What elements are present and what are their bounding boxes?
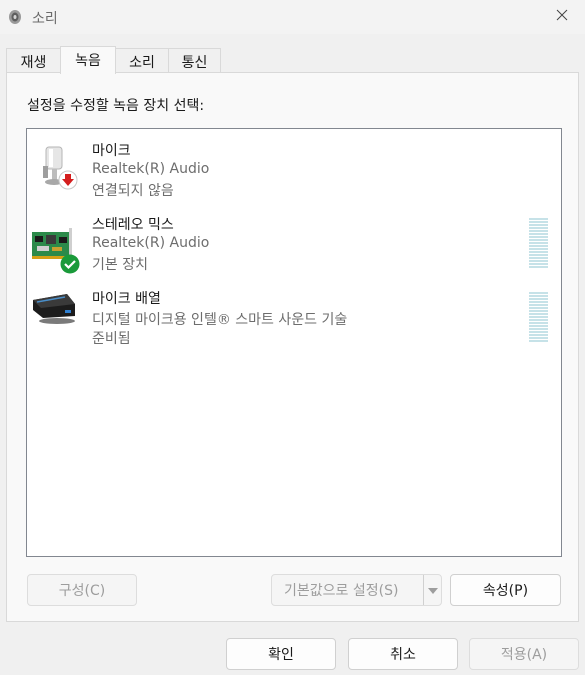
tab-playback[interactable]: 재생 (6, 48, 61, 73)
device-name: 마이크 (92, 143, 131, 159)
recording-panel: 설정을 수정할 녹음 장치 선택: 마이크 Realtek(R) Audio 연… (6, 72, 579, 622)
device-name: 스테레오 믹스 (92, 217, 174, 233)
device-driver: Realtek(R) Audio (92, 161, 210, 177)
tab-communications[interactable]: 통신 (168, 48, 221, 73)
device-driver: Realtek(R) Audio (92, 235, 210, 251)
configure-button[interactable]: 구성(C) (27, 574, 137, 606)
set-default-label: 기본값으로 설정(S) (284, 583, 399, 599)
device-item-stereo-mix[interactable]: 스테레오 믹스 Realtek(R) Audio 기본 장치 (27, 214, 561, 286)
level-meter (529, 218, 548, 268)
device-driver: 디지털 마이크용 인텔® 스마트 사운드 기술 (92, 312, 348, 328)
device-status: 준비됨 (92, 331, 131, 347)
instruction-text: 설정을 수정할 녹음 장치 선택: (27, 98, 205, 114)
ok-button[interactable]: 확인 (226, 638, 336, 670)
level-meter (529, 292, 548, 342)
apply-button[interactable]: 적용(A) (469, 638, 579, 670)
down-arrow-badge (58, 170, 78, 194)
device-name: 마이크 배열 (92, 291, 161, 307)
device-item-microphone[interactable]: 마이크 Realtek(R) Audio 연결되지 않음 (27, 140, 561, 212)
device-status: 기본 장치 (92, 257, 148, 273)
close-button[interactable] (539, 0, 585, 34)
device-list[interactable]: 마이크 Realtek(R) Audio 연결되지 않음 스테레오 믹스 Rea… (26, 128, 562, 557)
set-default-button[interactable]: 기본값으로 설정(S) (271, 574, 442, 606)
set-default-dropdown[interactable] (423, 575, 441, 605)
tab-sounds[interactable]: 소리 (115, 48, 169, 73)
sound-card-icon (31, 214, 81, 274)
microphone-icon (31, 140, 81, 194)
properties-button[interactable]: 속성(P) (450, 574, 561, 606)
tab-label: 소리 (129, 55, 155, 71)
cancel-button[interactable]: 취소 (348, 638, 458, 670)
window-title: 소리 (32, 11, 58, 27)
tab-recording[interactable]: 녹음 (60, 46, 116, 74)
close-icon (556, 9, 568, 25)
device-status: 연결되지 않음 (92, 183, 174, 199)
title-bar: 소리 (0, 0, 585, 34)
tab-label: 재생 (20, 55, 47, 71)
tab-label: 녹음 (75, 53, 101, 69)
microphone-array-icon (31, 288, 81, 342)
speaker-icon (7, 9, 23, 25)
chevron-down-icon (427, 582, 438, 598)
checkmark-badge (60, 254, 80, 278)
tab-label: 통신 (181, 55, 208, 71)
device-item-microphone-array[interactable]: 마이크 배열 디지털 마이크용 인텔® 스마트 사운드 기술 준비됨 (27, 288, 561, 360)
